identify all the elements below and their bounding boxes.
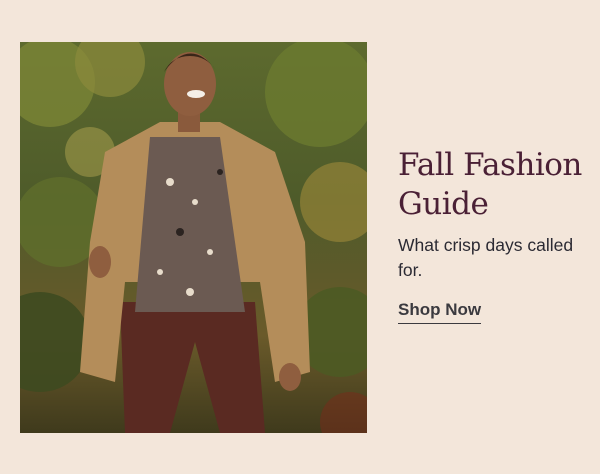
promo-copy: Fall Fashion Guide What crisp days calle… (398, 146, 588, 324)
promo-subheadline: What crisp days called for. (398, 235, 574, 280)
model-photo-illustration (20, 42, 367, 433)
promo-banner: Fall Fashion Guide What crisp days calle… (0, 0, 600, 474)
promo-headline: Fall Fashion Guide (398, 146, 588, 224)
headline-line-2: Guide (398, 186, 489, 222)
shop-now-link[interactable]: Shop Now (398, 300, 482, 324)
hero-image[interactable] (20, 42, 367, 433)
headline-line-1: Fall Fashion (398, 147, 582, 183)
